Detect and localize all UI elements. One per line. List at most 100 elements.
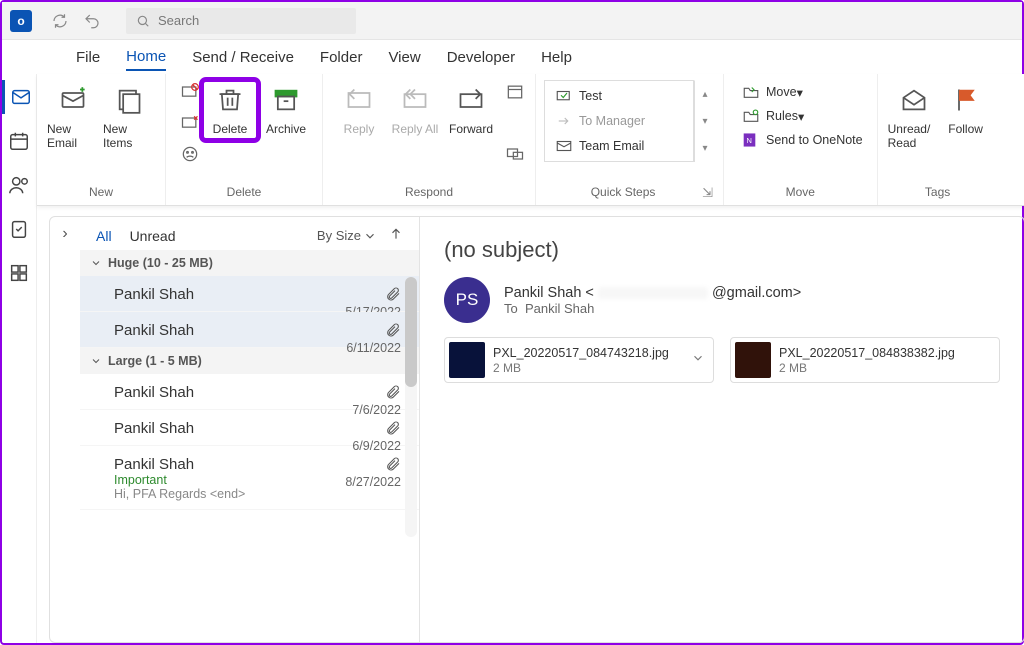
forward-button[interactable]: Forward [443, 80, 499, 140]
sender-avatar: PS [444, 277, 490, 323]
arrow-up-icon [389, 227, 403, 241]
rail-apps-icon[interactable] [2, 256, 36, 290]
mail-item[interactable]: Pankil Shah 5/17/2022 [80, 276, 419, 312]
envelope-open-icon [898, 84, 930, 116]
rail-calendar-icon[interactable] [2, 124, 36, 158]
group-label-quicksteps: Quick Steps [544, 185, 702, 203]
menu-file[interactable]: File [76, 45, 100, 70]
archive-button[interactable]: Archive [258, 80, 314, 140]
reply-button[interactable]: Reply [331, 80, 387, 140]
group-label-tags: Tags [886, 185, 990, 203]
size-group-header[interactable]: Huge (10 - 25 MB) [80, 250, 419, 276]
rail-people-icon[interactable] [2, 168, 36, 202]
new-items-icon [113, 84, 145, 116]
message-subject: (no subject) [444, 237, 1000, 263]
group-delete: Delete Archive Delete [166, 74, 323, 205]
chevron-down-icon [363, 229, 377, 243]
attachment-size: 2 MB [493, 361, 669, 375]
quicksteps-scroll[interactable]: ▴ ▾ ▾ [694, 80, 715, 162]
group-respond: Reply Reply All Forward Respon [323, 74, 536, 205]
group-label-respond: Respond [331, 185, 527, 203]
search-icon [136, 14, 150, 28]
content-body: › All Unread By Size Huge (10 - 25 MB) P… [49, 216, 1024, 643]
mail-item[interactable]: Pankil Shah 7/6/2022 [80, 374, 419, 410]
rail-tasks-icon[interactable] [2, 212, 36, 246]
reply-icon [343, 84, 375, 116]
chevron-down-icon [691, 351, 705, 365]
delete-button[interactable]: Delete [202, 80, 258, 140]
reply-all-button[interactable]: Reply All [387, 80, 443, 140]
mail-item[interactable]: Pankil Shah 6/11/2022 [80, 312, 419, 348]
chevron-down-icon [90, 257, 102, 269]
send-to-onenote-button[interactable]: NSend to OneNote [736, 128, 869, 152]
to-line: To Pankil Shah [504, 301, 801, 316]
new-email-button[interactable]: New Email [45, 80, 101, 154]
menu-home[interactable]: Home [126, 44, 166, 71]
sort-by-button[interactable]: By Size [317, 228, 377, 243]
attachment-thumbnail [735, 342, 771, 378]
mail-item[interactable]: Pankil Shah Important Hi, PFA Regards <e… [80, 446, 419, 510]
group-tags: Unread/ Read Follow Tags [878, 74, 998, 205]
follow-up-button[interactable]: Follow [942, 80, 990, 140]
group-label-new: New [45, 185, 157, 203]
menu-view[interactable]: View [388, 45, 420, 70]
clean-up-icon[interactable] [178, 111, 202, 135]
junk-icon[interactable] [178, 142, 202, 166]
search-box[interactable]: Search [126, 8, 356, 34]
menu-send-receive[interactable]: Send / Receive [192, 45, 294, 70]
qs-test[interactable]: Test [549, 84, 689, 108]
mail-date: 6/11/2022 [346, 341, 401, 355]
attachment-icon [385, 456, 401, 472]
attachment-item[interactable]: PXL_20220517_084838382.jpg 2 MB [730, 337, 1000, 383]
chevron-down-icon[interactable]: ▾ [697, 115, 713, 129]
group-label-delete: Delete [174, 185, 314, 203]
group-label-move: Move [732, 185, 869, 203]
attachment-icon [385, 384, 401, 400]
search-placeholder: Search [158, 13, 199, 28]
mail-preview: Hi, PFA Regards <end> [114, 487, 403, 501]
attachment-icon [385, 420, 401, 436]
flag-icon [950, 84, 982, 116]
sync-icon[interactable] [50, 11, 70, 31]
attachment-dropdown[interactable] [685, 351, 705, 370]
qs-to-manager[interactable]: To Manager [549, 109, 689, 133]
tab-unread[interactable]: Unread [130, 228, 176, 244]
message-list-scrollbar[interactable] [405, 277, 417, 537]
undo-icon[interactable] [82, 11, 102, 31]
ignore-icon[interactable] [178, 80, 202, 104]
more-respond-icon[interactable] [503, 142, 527, 166]
rules-button[interactable]: Rules ▾ [736, 104, 869, 128]
quicksteps-gallery[interactable]: Test To Manager Team Email [544, 80, 694, 162]
attachment-name: PXL_20220517_084838382.jpg [779, 345, 955, 361]
unread-read-button[interactable]: Unread/ Read [886, 80, 942, 154]
chevron-down-icon[interactable]: ▾ [697, 142, 713, 156]
new-items-button[interactable]: New Items [101, 80, 157, 154]
chevron-down-icon [90, 355, 102, 367]
group-quicksteps: Test To Manager Team Email ▴ ▾ ▾ Quick S… [536, 74, 724, 205]
from-line: Pankil Shah < @gmail.com> [504, 285, 801, 301]
collapse-folder-chevron-icon[interactable]: › [50, 217, 80, 642]
move-button[interactable]: Move ▾ [736, 80, 869, 104]
rail-mail-icon[interactable] [2, 80, 36, 114]
trash-icon [214, 84, 246, 116]
scrollbar-thumb[interactable] [405, 277, 417, 387]
meeting-icon[interactable] [503, 80, 527, 104]
sort-direction-button[interactable] [389, 227, 403, 244]
attachment-name: PXL_20220517_084743218.jpg [493, 345, 669, 361]
mail-date: 8/27/2022 [345, 475, 401, 489]
quicksteps-launcher-icon[interactable]: ⇲ [702, 185, 713, 201]
menu-folder[interactable]: Folder [320, 45, 363, 70]
chevron-up-icon[interactable]: ▴ [697, 88, 713, 102]
attachment-item[interactable]: PXL_20220517_084743218.jpg 2 MB [444, 337, 714, 383]
svg-text:N: N [747, 136, 752, 145]
qs-team-email[interactable]: Team Email [549, 134, 689, 158]
left-rail [2, 74, 37, 643]
mail-item[interactable]: Pankil Shah 6/9/2022 [80, 410, 419, 446]
new-email-icon [57, 84, 89, 116]
menu-developer[interactable]: Developer [447, 45, 515, 70]
forward-icon [455, 84, 487, 116]
tab-all[interactable]: All [96, 228, 112, 244]
reading-pane: (no subject) PS Pankil Shah < @gmail.com… [420, 217, 1024, 642]
reply-all-icon [399, 84, 431, 116]
menu-help[interactable]: Help [541, 45, 572, 70]
